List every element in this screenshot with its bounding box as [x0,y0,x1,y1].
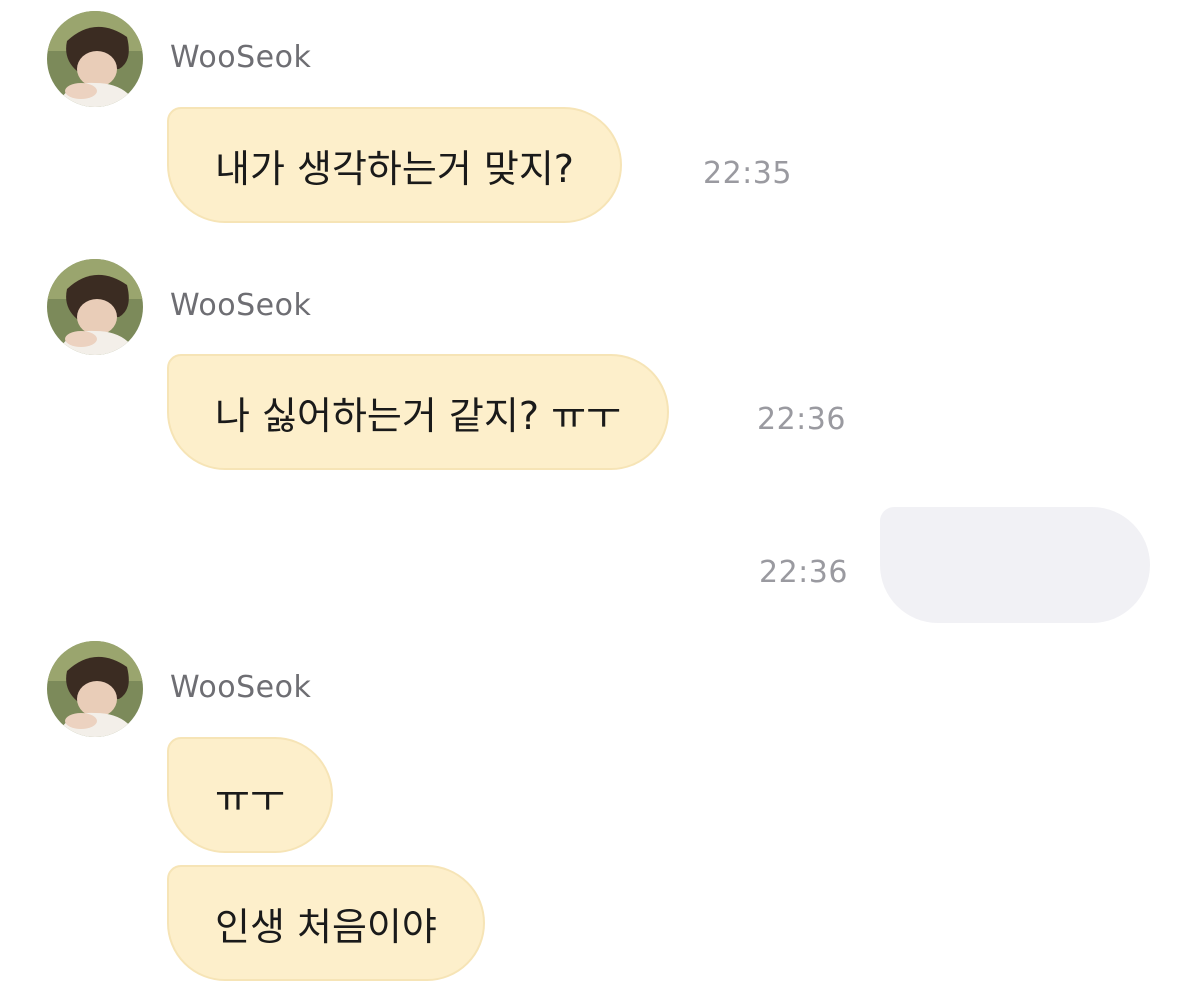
chat-window: WooSeok 내가 생각하는거 맞지? 22:35 WooSeok 나 싫어하… [0,0,1200,990]
message-timestamp: 22:35 [703,156,792,191]
sender-avatar[interactable] [47,641,143,737]
avatar-photo-icon [47,259,143,355]
message-text: 나 싫어하는거 같지? ㅠㅜ [215,393,622,438]
message-text: ㅠㅜ [215,776,285,821]
outgoing-message-bubble[interactable] [880,507,1150,623]
sender-name: WooSeok [170,40,312,75]
message-text: 인생 처음이야 [215,904,437,949]
message-timestamp: 22:36 [759,555,848,590]
message-bubble[interactable]: 나 싫어하는거 같지? ㅠㅜ [167,354,670,470]
sender-avatar[interactable] [47,11,143,107]
avatar-photo-icon [47,11,143,107]
sender-name: WooSeok [170,288,312,323]
message-text: 내가 생각하는거 맞지? [215,146,574,191]
sender-name: WooSeok [170,670,312,705]
avatar-photo-icon [47,641,143,737]
message-bubble[interactable]: ㅠㅜ [167,737,333,853]
sender-avatar[interactable] [47,259,143,355]
message-bubble[interactable]: 내가 생각하는거 맞지? [167,107,622,223]
message-bubble[interactable]: 인생 처음이야 [167,865,485,981]
message-timestamp: 22:36 [757,402,846,437]
